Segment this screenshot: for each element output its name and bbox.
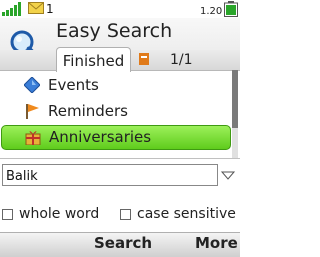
list-item-label: Reminders: [48, 102, 128, 120]
search-button[interactable]: Search: [94, 234, 152, 252]
app-title: Easy Search: [56, 20, 173, 42]
more-button[interactable]: More: [195, 234, 238, 252]
search-field[interactable]: [2, 164, 218, 186]
divider: [0, 158, 240, 159]
clock: 1.20: [200, 6, 223, 17]
list-item-label: Anniversaries: [49, 128, 152, 146]
tab-category-icon[interactable]: [139, 53, 149, 65]
flag-icon: [26, 104, 39, 119]
status-bar: 1 1.20: [0, 0, 240, 18]
whole-word-checkbox[interactable]: [2, 209, 13, 220]
battery-icon: [224, 1, 238, 17]
diamond-icon: [24, 77, 40, 93]
case-sensitive-label: case sensitive: [137, 206, 236, 222]
list-item-label: Events: [48, 76, 99, 94]
whole-word-label: whole word: [19, 206, 100, 222]
signal-strength-icon: [2, 2, 21, 16]
list-item-reminders[interactable]: Reminders: [0, 99, 232, 123]
case-sensitive-checkbox[interactable]: [120, 209, 131, 220]
scrollbar-thumb[interactable]: [232, 70, 238, 128]
list-item-events[interactable]: Events: [0, 73, 232, 97]
search-input[interactable]: [6, 167, 206, 186]
list-item-anniversaries[interactable]: Anniversaries: [1, 125, 231, 150]
chevron-down-icon[interactable]: [219, 165, 237, 185]
scrollbar[interactable]: [232, 70, 238, 158]
bluetooth-indicator: 1: [46, 2, 54, 16]
gift-icon: [25, 131, 41, 145]
category-list: Events Reminders Anniversaries: [0, 70, 240, 158]
tab-finished[interactable]: Finished: [56, 47, 131, 72]
message-envelope-icon: [28, 2, 44, 14]
page-indicator: 1/1: [170, 52, 193, 68]
